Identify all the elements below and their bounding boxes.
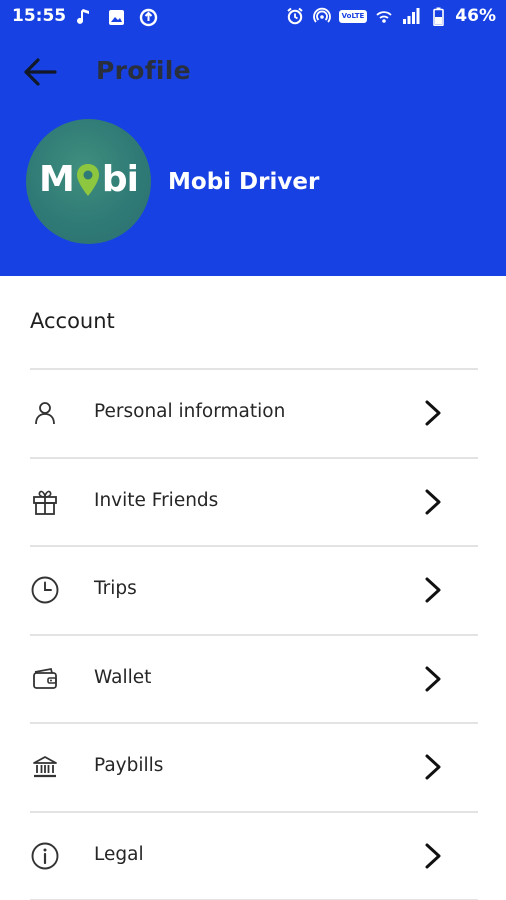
status-right: VoLTE 46%	[285, 6, 496, 26]
chevron-right-icon	[422, 841, 444, 871]
volte-icon: VoLTE	[338, 9, 368, 23]
person-icon	[30, 398, 60, 428]
account-menu: Personal information Invite Friends Trip…	[30, 368, 478, 900]
wifi-signal-icon	[374, 6, 394, 26]
info-icon	[30, 841, 60, 871]
chevron-right-icon	[422, 575, 444, 605]
menu-item-label: Wallet	[94, 666, 152, 688]
image-icon	[106, 7, 126, 27]
profile-header: 15:55 VoLTE 46% Profile M bi Mobi Driver	[0, 0, 506, 276]
battery-percentage: 46%	[455, 6, 496, 26]
top-app-bar: Profile	[0, 46, 506, 102]
status-bar: 15:55 VoLTE 46%	[0, 0, 506, 34]
menu-item-invite-friends[interactable]: Invite Friends	[30, 459, 478, 546]
mobi-logo: M bi	[39, 159, 139, 200]
chevron-right-icon	[422, 398, 444, 428]
alarm-icon	[285, 6, 305, 26]
status-time: 15:55	[12, 6, 67, 26]
chevron-right-icon	[422, 752, 444, 782]
menu-item-wallet[interactable]: Wallet	[30, 636, 478, 723]
avatar[interactable]: M bi	[26, 119, 151, 244]
battery-icon	[428, 6, 448, 26]
menu-item-trips[interactable]: Trips	[30, 547, 478, 634]
menu-item-legal[interactable]: Legal	[30, 813, 478, 900]
cell-signal-icon	[401, 6, 421, 26]
status-left-icons	[74, 7, 158, 27]
location-pin-icon	[75, 162, 101, 198]
data-saver-icon	[138, 7, 158, 27]
menu-item-label: Legal	[94, 843, 144, 865]
page-title: Profile	[96, 56, 191, 85]
hotspot-icon	[312, 6, 332, 26]
chevron-right-icon	[422, 664, 444, 694]
back-button[interactable]	[20, 56, 60, 92]
wallet-icon	[30, 664, 60, 694]
menu-item-paybills[interactable]: Paybills	[30, 724, 478, 811]
gift-icon	[30, 487, 60, 517]
menu-item-label: Trips	[94, 578, 137, 600]
clock-icon	[30, 575, 60, 605]
menu-item-label: Invite Friends	[94, 489, 219, 511]
section-title-account: Account	[30, 309, 115, 333]
menu-item-label: Personal information	[94, 401, 286, 423]
music-note-icon	[74, 7, 94, 27]
chevron-right-icon	[422, 487, 444, 517]
menu-item-label: Paybills	[94, 755, 164, 777]
menu-item-personal-information[interactable]: Personal information	[30, 370, 478, 457]
bank-icon	[30, 752, 60, 782]
arrow-left-icon	[23, 57, 57, 91]
driver-name: Mobi Driver	[168, 169, 320, 195]
